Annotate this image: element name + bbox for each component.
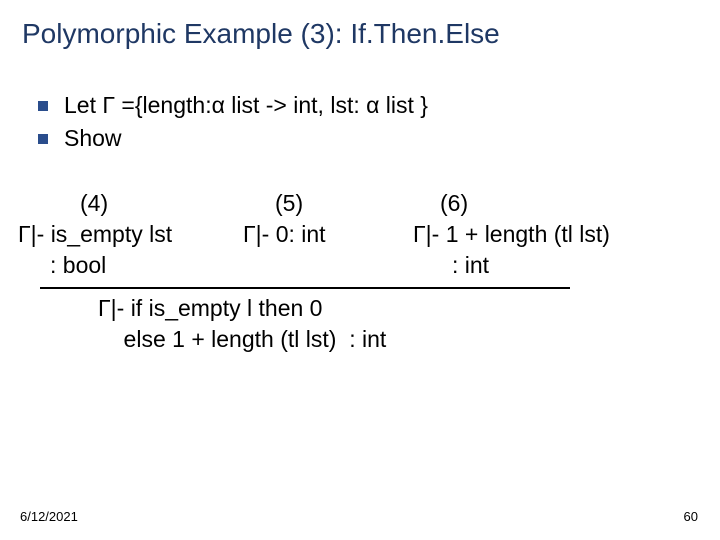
bullet-icon [38, 101, 48, 111]
conclusion-line-1: Γ|- if is_empty l then 0 [98, 293, 720, 324]
premise-3: Γ|- 1 + length (tl lst) [413, 219, 610, 250]
inference-line [40, 287, 570, 289]
slide-title: Polymorphic Example (3): If.Then.Else [0, 0, 720, 50]
premises-row: Γ|- is_empty lst Γ|- 0: int Γ|- 1 + leng… [18, 219, 720, 250]
bullet-text: Show [64, 125, 122, 152]
conclusion-line-2: else 1 + length (tl lst) : int [98, 324, 720, 355]
bullet-icon [38, 134, 48, 144]
premise-types-row: : bool : int [18, 250, 720, 281]
label-6: (6) [440, 188, 468, 219]
derivation-block: (4) (5) (6) Γ|- is_empty lst Γ|- 0: int … [18, 188, 720, 355]
premise-2: Γ|- 0: int [243, 219, 413, 250]
premise-1: Γ|- is_empty lst [18, 219, 243, 250]
bullet-item: Show [38, 125, 720, 152]
type-int: : int [452, 250, 489, 281]
type-bool: : bool [50, 250, 452, 281]
label-4: (4) [80, 188, 275, 219]
bullet-list: Let Γ ={length:α list -> int, lst: α lis… [38, 92, 720, 152]
label-5: (5) [275, 188, 440, 219]
footer-page-number: 60 [684, 509, 698, 524]
premise-labels-row: (4) (5) (6) [18, 188, 720, 219]
conclusion: Γ|- if is_empty l then 0 else 1 + length… [18, 293, 720, 355]
bullet-item: Let Γ ={length:α list -> int, lst: α lis… [38, 92, 720, 119]
bullet-text: Let Γ ={length:α list -> int, lst: α lis… [64, 92, 428, 119]
footer-date: 6/12/2021 [20, 509, 78, 524]
